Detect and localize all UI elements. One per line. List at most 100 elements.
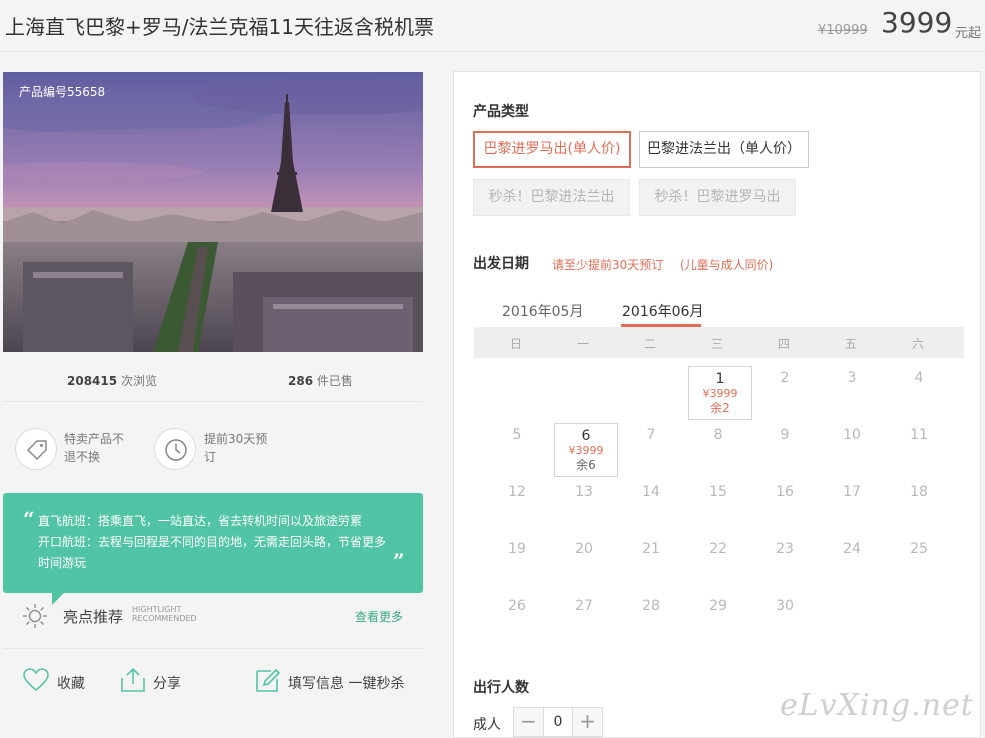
option-paris-frankfurt[interactable]: 巴黎进法兰出（单人价） xyxy=(639,131,809,168)
tip-open-jaw: 开口航班：去程与回程是不同的目的地，无需走回头路，节省更多 xyxy=(38,535,387,549)
day-remaining: 余2 xyxy=(710,401,730,415)
tip-direct-flight: 直飞航班：搭乘直飞，一站直达，省去转机时间以及旅途劳累 xyxy=(38,514,363,528)
favorite-button[interactable]: 收藏 xyxy=(22,666,92,696)
weekday-label: 一 xyxy=(576,337,589,351)
day-number: 20 xyxy=(575,541,593,557)
highlight-section: 亮点推荐 HIGHTLIGHT RECOMMENDED 查看更多 xyxy=(22,603,422,631)
tip-open-jaw-cont: 时间游玩 xyxy=(38,556,87,570)
tab-month-may[interactable]: 2016年05月 xyxy=(502,301,583,321)
adult-label: 成人 xyxy=(473,717,501,733)
increment-button[interactable]: + xyxy=(573,708,602,736)
calendar-day: 28 xyxy=(619,594,683,648)
day-number: 15 xyxy=(709,484,727,500)
weekday-label: 五 xyxy=(844,337,857,351)
weekday-label: 日 xyxy=(509,337,522,351)
sold-label: 件已售 xyxy=(316,374,353,388)
day-number: 12 xyxy=(508,484,526,500)
highlight-title: 亮点推荐 xyxy=(63,608,124,626)
day-number: 22 xyxy=(709,541,727,557)
product-photo xyxy=(3,72,423,352)
day-number: 24 xyxy=(843,541,861,557)
calendar-day: 4 xyxy=(887,366,951,420)
calendar-day: 10 xyxy=(820,423,884,477)
day-number: 28 xyxy=(642,598,660,614)
day-number: 9 xyxy=(780,427,790,443)
day-number: 17 xyxy=(843,484,861,500)
product-type-label: 产品类型 xyxy=(473,104,529,120)
product-stats: 208415 次浏览 286 件已售 xyxy=(3,360,423,402)
calendar-day: 19 xyxy=(485,537,549,591)
calendar-day: 5 xyxy=(485,423,549,477)
calendar-day: 20 xyxy=(552,537,616,591)
calendar-day: 8 xyxy=(686,423,750,477)
calendar-day: 24 xyxy=(820,537,884,591)
day-number: 7 xyxy=(646,427,656,443)
feature-advance-booking: 提前30天预 订 xyxy=(204,430,267,466)
decrement-button[interactable]: − xyxy=(514,708,543,736)
option-paris-rome[interactable]: 巴黎进罗马出(单人价) xyxy=(473,131,631,168)
day-number: 11 xyxy=(910,427,928,443)
day-number: 27 xyxy=(575,598,593,614)
current-price: 3999 xyxy=(881,6,953,39)
price-unit: 元起 xyxy=(955,26,982,41)
clock-icon xyxy=(154,428,196,470)
day-number: 21 xyxy=(642,541,660,557)
booking-panel: 产品类型 巴黎进罗马出(单人价) 巴黎进法兰出（单人价） 秒杀！巴黎进法兰出 秒… xyxy=(453,71,981,738)
divider xyxy=(3,648,423,649)
favorite-label: 收藏 xyxy=(57,676,85,692)
feature-line: 退不换 xyxy=(64,450,101,464)
day-number: 5 xyxy=(512,427,522,443)
page-header: 上海直飞巴黎+罗马/法兰克福11天往返含税机票 ¥10999 3999 元起 xyxy=(0,0,985,52)
child-price-note: (儿童与成人同价) xyxy=(680,258,774,272)
calendar-day: 18 xyxy=(887,480,951,534)
day-number: 2 xyxy=(780,370,790,386)
tag-icon xyxy=(15,428,57,470)
fill-info-label: 填写信息 一键秒杀 xyxy=(288,676,405,692)
day-number: 14 xyxy=(642,484,660,500)
fill-info-button[interactable]: 填写信息 一键秒杀 xyxy=(254,666,414,696)
calendar-day: 25 xyxy=(887,537,951,591)
original-price: ¥10999 xyxy=(818,23,868,38)
day-number: 29 xyxy=(709,598,727,614)
calendar-day-available[interactable]: 6 ¥3999 余6 xyxy=(554,423,618,477)
calendar-weekday-header: 日 一 二 三 四 五 六 xyxy=(474,327,964,358)
share-button[interactable]: 分享 xyxy=(119,666,189,696)
view-more-link[interactable]: 查看更多 xyxy=(355,608,403,625)
feature-line: 提前30天预 xyxy=(204,432,268,446)
calendar-day: 11 xyxy=(887,423,951,477)
feature-line: 特卖产品不 xyxy=(64,432,125,446)
day-number: 19 xyxy=(508,541,526,557)
day-number: 6 xyxy=(581,428,591,444)
adult-count-input[interactable]: 0 xyxy=(543,708,573,736)
day-number: 8 xyxy=(713,427,723,443)
weekday-label: 二 xyxy=(643,337,656,351)
close-quote-icon: ” xyxy=(393,549,405,573)
views-count: 208415 xyxy=(67,374,118,388)
day-number: 3 xyxy=(847,370,857,386)
calendar-day: 2 xyxy=(753,366,817,420)
product-code: 产品编号55658 xyxy=(19,85,106,99)
departure-date-label: 出发日期 xyxy=(473,256,529,272)
calendar-day: 30 xyxy=(753,594,817,648)
adult-quantity-stepper: − 0 + xyxy=(513,707,603,737)
tab-month-june[interactable]: 2016年06月 xyxy=(622,301,703,321)
day-number: 26 xyxy=(508,598,526,614)
calendar-day: 16 xyxy=(753,480,817,534)
calendar-day: 17 xyxy=(820,480,884,534)
day-price: ¥3999 xyxy=(568,444,604,457)
option-flash-paris-frankfurt: 秒杀！巴黎进法兰出 xyxy=(473,179,630,216)
calendar-day-available[interactable]: 1 ¥3999 余2 xyxy=(688,366,752,420)
calendar-day: 29 xyxy=(686,594,750,648)
sun-icon xyxy=(23,604,47,628)
calendar-day: 21 xyxy=(619,537,683,591)
day-number: 13 xyxy=(575,484,593,500)
day-number: 25 xyxy=(910,541,928,557)
day-number: 1 xyxy=(715,371,725,387)
day-number: 4 xyxy=(914,370,924,386)
calendar-day: 3 xyxy=(820,366,884,420)
page-title: 上海直飞巴黎+罗马/法兰克福11天往返含税机票 xyxy=(5,15,434,39)
day-remaining: 余6 xyxy=(576,458,596,472)
calendar-day: 26 xyxy=(485,594,549,648)
views-label: 次浏览 xyxy=(120,374,157,388)
advance-booking-note: 请至少提前30天预订 xyxy=(552,258,664,272)
